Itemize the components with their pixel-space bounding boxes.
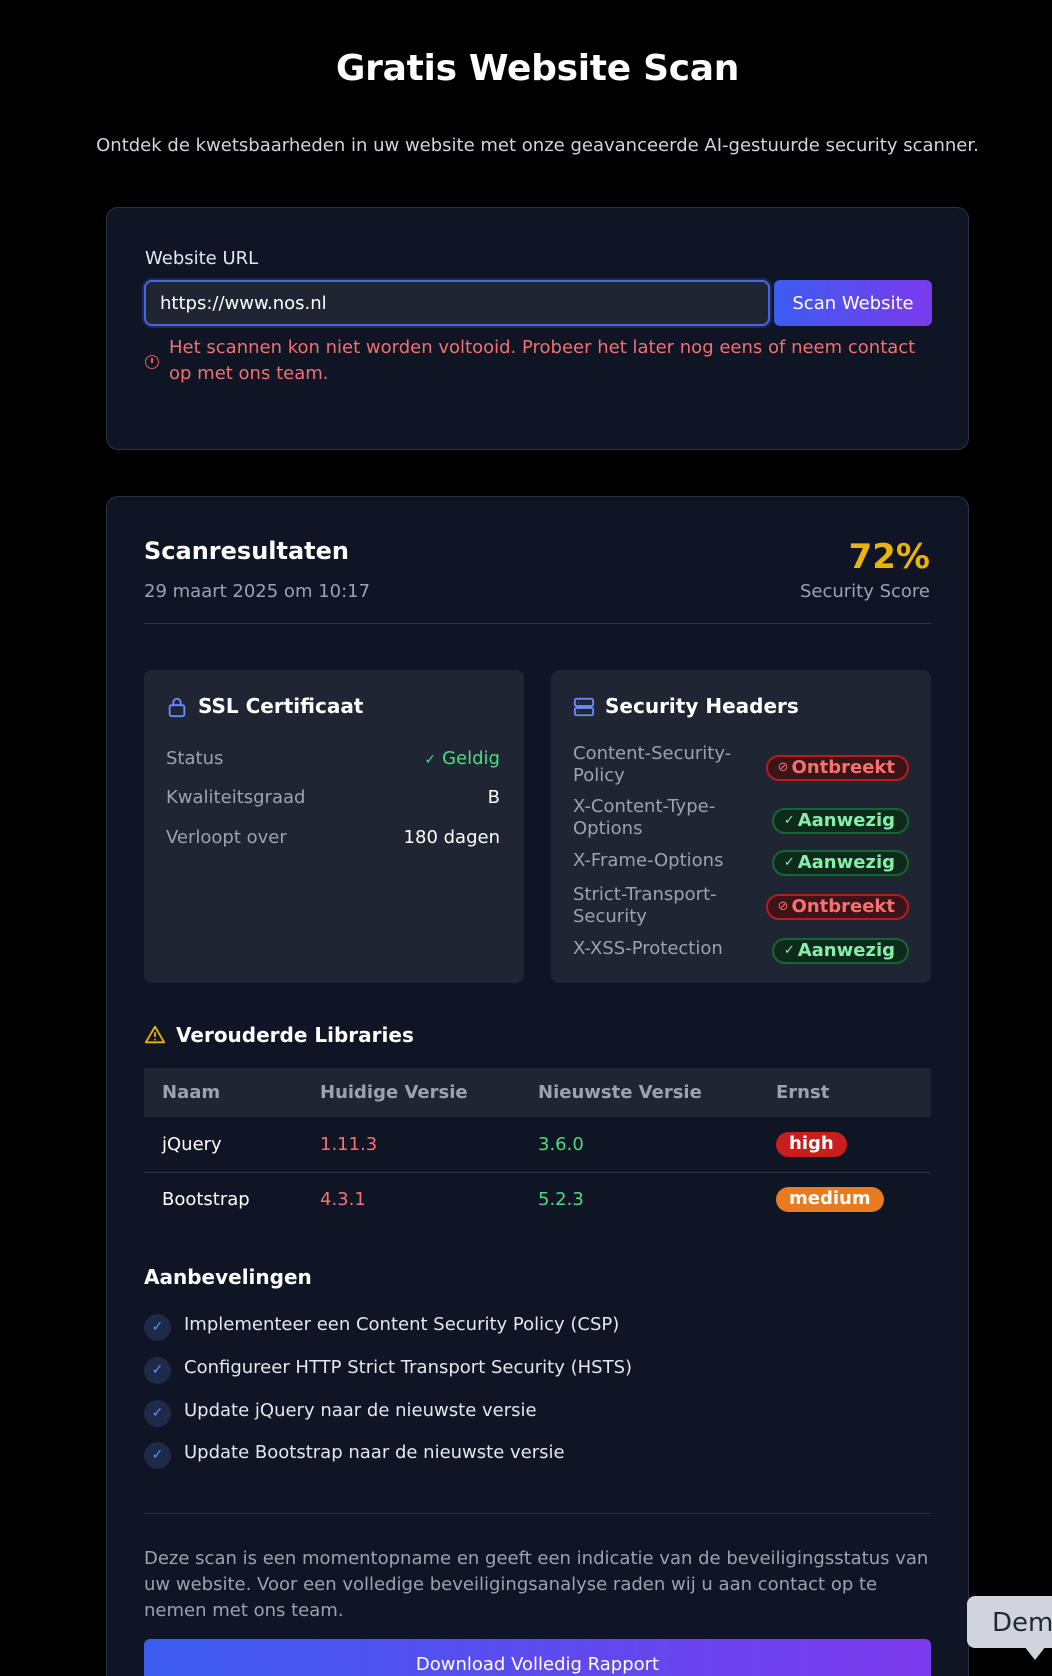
check-icon: ✓ xyxy=(144,1357,171,1384)
ssl-grade-label: Kwaliteitsgraad xyxy=(166,787,306,808)
scan-form-card: Website URL Scan Website Het scannen kon… xyxy=(106,207,969,450)
check-icon: ✓ xyxy=(144,1400,171,1427)
download-report-button[interactable]: Download Volledig Rapport xyxy=(144,1639,931,1676)
security-headers-title: Security Headers xyxy=(605,694,799,718)
libraries-table: Naam Huidige Versie Nieuwste Versie Erns… xyxy=(144,1068,931,1227)
lock-icon xyxy=(168,697,186,718)
status-badge: ✓ Aanwezig xyxy=(771,850,909,876)
table-header-row: Naam Huidige Versie Nieuwste Versie Erns… xyxy=(144,1068,931,1117)
ssl-expiry-label: Verloopt over xyxy=(166,827,287,848)
url-label: Website URL xyxy=(145,248,259,269)
recommendation-text: Implementeer een Content Security Policy… xyxy=(184,1314,620,1335)
security-headers-panel: Security Headers Content-Security-Policy… xyxy=(551,670,931,983)
column-header: Huidige Versie xyxy=(320,1082,468,1103)
check-icon: ✓ xyxy=(783,855,795,870)
scan-website-button[interactable]: Scan Website xyxy=(774,280,932,326)
status-badge: ⊘ Ontbreekt xyxy=(765,755,909,781)
library-name: Bootstrap xyxy=(162,1189,250,1211)
recommendation-text: Update jQuery naar de nieuwste versie xyxy=(184,1400,537,1421)
ssl-status-value: ✓ Geldig xyxy=(424,748,500,769)
error-message: Het scannen kon niet worden voltooid. Pr… xyxy=(169,337,916,384)
header-name: X-Frame-Options xyxy=(573,850,724,871)
severity-cell: high xyxy=(758,1117,931,1173)
server-icon xyxy=(573,697,595,717)
page-subtitle: Ontdek de kwetsbaarheden in uw website m… xyxy=(96,135,979,156)
header-name: Content-Security-Policy xyxy=(573,743,732,786)
current-version: 4.3.1 xyxy=(320,1189,366,1211)
recommendations-title: Aanbevelingen xyxy=(144,1265,312,1289)
bubble-tail xyxy=(1024,1646,1046,1660)
severity-badge: high xyxy=(776,1131,847,1157)
divider xyxy=(144,623,931,624)
recommendation-text: Update Bootstrap naar de nieuwste versie xyxy=(184,1442,565,1463)
libraries-title: Verouderde Libraries xyxy=(176,1023,414,1047)
ssl-panel: SSL Certificaat Status ✓ Geldig Kwaliteit… xyxy=(144,670,524,983)
results-card: Scanresultaten 29 maart 2025 om 10:17 72… xyxy=(106,496,969,1676)
severity-cell: medium xyxy=(758,1172,931,1227)
ssl-expiry-value: 180 dagen xyxy=(403,827,500,848)
divider xyxy=(144,1513,931,1514)
current-version: 1.11.3 xyxy=(302,1117,520,1173)
demo-chat-bubble[interactable]: Dem xyxy=(967,1596,1052,1648)
warning-icon xyxy=(144,1025,166,1044)
check-icon: ✓ xyxy=(783,943,795,958)
latest-version: 5.2.3 xyxy=(538,1189,584,1211)
latest-version: 3.6.0 xyxy=(520,1117,758,1173)
check-icon: ✓ xyxy=(424,752,437,768)
header-name: Strict-Transport-Security xyxy=(573,884,717,927)
missing-icon: ⊘ xyxy=(777,899,789,914)
disclaimer-text: Deze scan is een momentopname en geeft e… xyxy=(144,1548,929,1621)
severity-badge: medium xyxy=(776,1187,884,1213)
results-title: Scanresultaten xyxy=(144,537,350,565)
status-badge: ✓ Aanwezig xyxy=(771,938,909,964)
check-icon: ✓ xyxy=(783,813,795,828)
table-row: jQuery 1.11.3 3.6.0 high xyxy=(144,1117,931,1173)
recommendation-text: Configureer HTTP Strict Transport Securi… xyxy=(184,1357,633,1378)
page-title: Gratis Website Scan xyxy=(335,48,740,89)
header-name: X-XSS-Protection xyxy=(573,938,723,959)
error-icon xyxy=(145,355,159,369)
column-header: Nieuwste Versie xyxy=(538,1082,702,1103)
library-name: jQuery xyxy=(144,1117,302,1173)
header-name: X-Content-Type-Options xyxy=(573,796,716,839)
url-input[interactable] xyxy=(144,280,770,326)
status-badge: ⊘ Ontbreekt xyxy=(765,894,909,920)
ssl-status-label: Status xyxy=(166,748,224,769)
security-score-value: 72% xyxy=(848,537,930,577)
status-badge: ✓ Aanwezig xyxy=(771,808,909,834)
ssl-title: SSL Certificaat xyxy=(198,694,364,718)
results-date: 29 maart 2025 om 10:17 xyxy=(144,581,371,602)
missing-icon: ⊘ xyxy=(777,760,789,775)
table-row: Bootstrap 4.3.1 5.2.3 medium xyxy=(144,1172,931,1227)
check-icon: ✓ xyxy=(144,1442,171,1469)
column-header: Ernst xyxy=(776,1082,830,1103)
security-score-label: Security Score xyxy=(799,581,930,602)
column-header: Naam xyxy=(162,1082,221,1103)
ssl-grade-value: B xyxy=(487,787,500,808)
check-icon: ✓ xyxy=(144,1314,171,1341)
